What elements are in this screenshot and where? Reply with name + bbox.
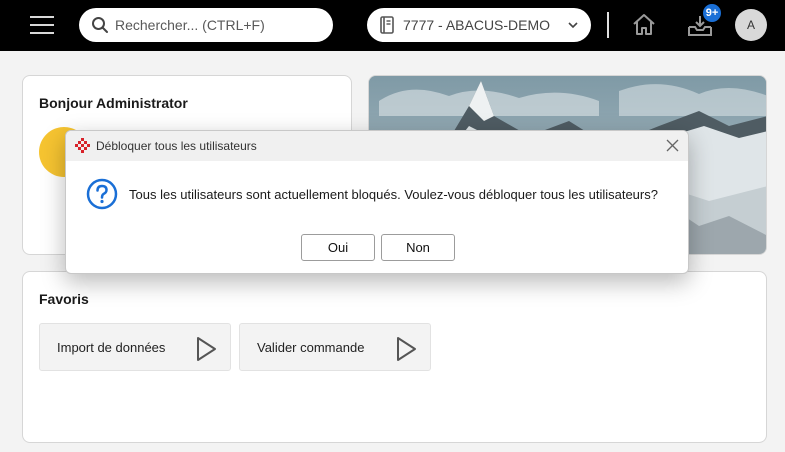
divider	[607, 12, 609, 38]
favorite-tile-import[interactable]: Import de données	[39, 323, 231, 371]
search-icon	[92, 17, 108, 33]
favorites-title: Favoris	[39, 291, 89, 307]
no-button[interactable]: Non	[381, 234, 455, 261]
avatar[interactable]: A	[735, 9, 767, 41]
abacus-logo-icon	[75, 138, 90, 153]
question-icon	[86, 178, 118, 210]
play-icon	[397, 337, 416, 361]
close-icon[interactable]	[666, 139, 679, 152]
dialog-title: Débloquer tous les utilisateurs	[96, 139, 257, 153]
favorite-label: Import de données	[57, 340, 166, 355]
dialog-message: Tous les utilisateurs sont actuellement …	[129, 187, 658, 202]
search-input[interactable]	[115, 17, 315, 33]
dialog-header: Débloquer tous les utilisateurs	[66, 131, 688, 161]
home-icon[interactable]	[631, 12, 657, 38]
search-box[interactable]	[79, 8, 333, 42]
yes-button[interactable]: Oui	[301, 234, 375, 261]
menu-icon[interactable]	[30, 14, 54, 36]
unblock-users-dialog: Débloquer tous les utilisateurs Tous les…	[65, 130, 689, 274]
favorites-card: Favoris Import de données Valider comman…	[22, 271, 767, 443]
chevron-down-icon	[568, 22, 578, 29]
top-bar: 7777 - ABACUS-DEMO 9+ A	[0, 0, 785, 51]
favorite-label: Valider commande	[257, 340, 365, 355]
play-icon	[197, 337, 216, 361]
book-icon	[380, 16, 394, 34]
notification-badge: 9+	[701, 2, 723, 24]
mandant-selector[interactable]: 7777 - ABACUS-DEMO	[367, 8, 591, 42]
mandant-label: 7777 - ABACUS-DEMO	[403, 17, 551, 33]
greeting-title: Bonjour Administrator	[39, 95, 188, 111]
favorite-tile-valider[interactable]: Valider commande	[239, 323, 431, 371]
